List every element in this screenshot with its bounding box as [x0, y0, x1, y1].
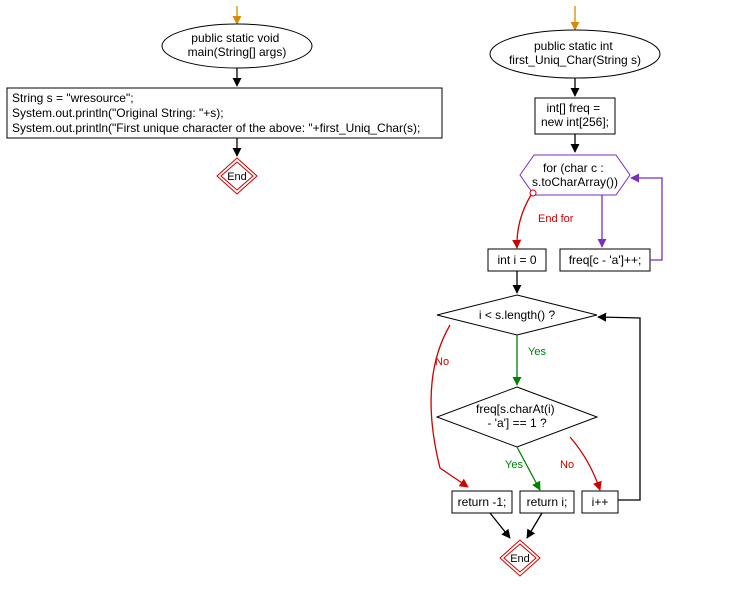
func-entry-l1: public static int	[534, 39, 613, 53]
cond-freq-l1: freq[s.charAt(i)	[476, 402, 555, 416]
endfor-label: End for	[538, 213, 574, 225]
freq-inc-label: freq[c - 'a']++;	[569, 253, 642, 267]
yes-label-2: Yes	[505, 459, 523, 471]
alloc-l2: new int[256];	[541, 115, 609, 129]
for-l1: for (char c :	[543, 161, 604, 175]
end-node-right: End	[500, 540, 540, 576]
svg-text:int[] freq = new int[256];: int[] freq = new int[256];	[541, 101, 609, 129]
svg-text:public static void main(St: public static void main(String[] args)	[188, 31, 287, 59]
main-entry-line1: public static void	[191, 31, 279, 45]
end-node-left: End	[217, 158, 257, 194]
end-label-left: End	[227, 171, 247, 183]
no-label-2: No	[560, 459, 574, 471]
alloc-l1: int[] freq =	[546, 101, 600, 115]
cond-length-label: i < s.length() ?	[479, 308, 556, 322]
ipp-label: i++	[592, 495, 609, 509]
body-line3: System.out.println("First unique charact…	[12, 121, 420, 135]
for-l2: s.toCharArray())	[532, 175, 618, 189]
svg-text:for (char c : s.toCharArra: for (char c : s.toCharArray())	[532, 161, 618, 189]
main-entry-line2: main(String[] args)	[188, 45, 287, 59]
no-label-1: No	[435, 356, 449, 368]
end-label-right: End	[510, 553, 530, 565]
return-neg-label: return -1;	[458, 495, 507, 509]
body-line2: System.out.println("Original String: "+s…	[12, 106, 224, 120]
yes-label-1: Yes	[528, 346, 546, 358]
init-i-label: int i = 0	[497, 253, 536, 267]
body-line1: String s = "wresource";	[12, 91, 134, 105]
return-i-label: return i;	[527, 495, 568, 509]
svg-text:freq[s.charAt(i) - 'a'] ==: freq[s.charAt(i) - 'a'] == 1 ?	[476, 402, 558, 430]
cond-freq-l2: - 'a'] == 1 ?	[487, 416, 547, 430]
func-entry-l2: first_Uniq_Char(String s)	[509, 53, 641, 67]
